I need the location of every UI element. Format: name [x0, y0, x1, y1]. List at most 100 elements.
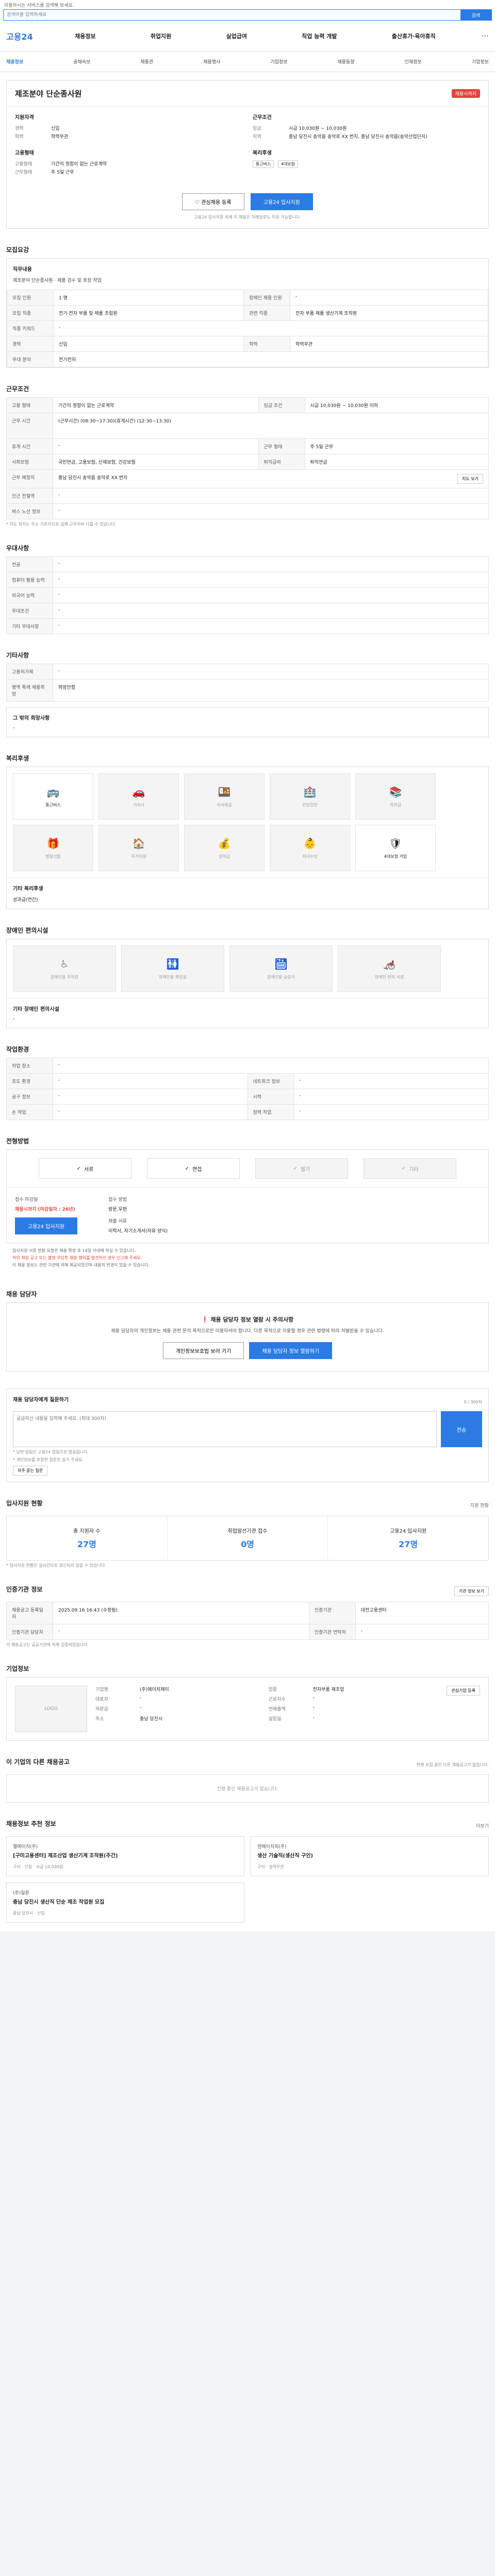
cell-val: 대전고용센터 — [355, 1602, 489, 1624]
check-icon: ✓ — [76, 1165, 81, 1172]
hr-warning: ❗ 채용 담당자 정보 열람 시 주의사항 — [19, 1315, 476, 1324]
facility-item: 🚻 장애인용 화장실 — [121, 945, 224, 992]
subnav-item[interactable]: 인재정보 — [405, 58, 422, 65]
qa-section: 채용 담당자에게 질문하기 0 / 300자 전송 * 답변 알림은 고용24 알… — [0, 1380, 495, 1490]
deadline-badge: 채용시까지 — [451, 89, 480, 98]
site-logo[interactable]: 고용24 — [6, 30, 47, 42]
cell-val: - — [53, 572, 489, 588]
type-val: 기간의 정함이 없는 근로계약 — [51, 162, 107, 167]
section-title: 장애인 편의시설 — [6, 927, 48, 934]
subnav-item[interactable]: 채용정보 — [6, 58, 23, 65]
subnav-item[interactable]: 채용관 — [140, 58, 153, 65]
check-icon: ✓ — [185, 1165, 189, 1172]
more-menu-icon[interactable]: ⋯ — [463, 32, 489, 40]
welfare-label: 통근버스 — [45, 802, 61, 807]
notice-list: 입사지원 서류 반환 요청은 채용 확정 후 14일 이내에 하실 수 있습니다… — [6, 1243, 489, 1273]
subnav-item[interactable]: 기업정보 — [270, 58, 287, 65]
table-row: 사회보험 국민연금, 고용보험, 산재보험, 건강보험 퇴직급여 퇴직연금 — [6, 454, 489, 470]
cell-val: 전기전자 — [53, 351, 488, 367]
baby-icon: 👶 — [303, 837, 317, 850]
rec-card[interactable]: 엘에이치(주) [구미고용센터] 제조산업 생산기계 조작원(주간) 구미 · 신입… — [6, 1836, 244, 1876]
step-item: ✓ 서류 — [39, 1158, 131, 1179]
type-key: 고용형태 — [15, 162, 32, 167]
table-row: 컴퓨터 활용 능력 - — [6, 572, 489, 588]
info-val: (주)에이치제이 — [140, 1687, 169, 1692]
privacy-law-button[interactable]: 개인정보보호법 보러 가기 — [162, 1342, 244, 1359]
cell-val: - — [53, 603, 489, 619]
company-logo: LOGO — [15, 1686, 87, 1732]
table-row: 휴게 시간 - 근무 형태 주 5일 근무 — [6, 438, 489, 454]
global-nav: 고용24 채용정보 취업지원 실업급여 직업 능력 개발 출산휴가·육아휴직 ⋯ — [0, 21, 495, 52]
search-button[interactable]: 검색 — [460, 10, 491, 20]
apply-button-2[interactable]: 고용24 입사지원 — [15, 1217, 78, 1234]
detail-table: 모집 인원 1 명 장애인 채용 인원 - 모집 직종 전기·전자 부품 및 제품 조립… — [7, 290, 488, 367]
gnb-item[interactable]: 취업지원 — [151, 32, 171, 40]
facility-item: 🦽 장애인 편의 시설 — [338, 945, 441, 992]
subnav-item[interactable]: 채용동향 — [338, 58, 355, 65]
info-key: 주소 — [95, 1717, 104, 1722]
send-button[interactable]: 전송 — [441, 1411, 482, 1447]
step-label: 필기 — [300, 1166, 310, 1173]
cell-val: 희망안함 — [53, 679, 489, 702]
apply-button[interactable]: 고용24 입사지원 — [250, 193, 313, 210]
welfare-item: 💰 상여금 — [184, 825, 265, 871]
subnav-item[interactable]: 기업정보 — [472, 58, 489, 65]
stats-more-link[interactable]: 지원 현황 — [470, 1502, 489, 1509]
step-item: ✓ 필기 — [255, 1158, 348, 1179]
welfare-tag: 통근버스 — [253, 160, 274, 168]
cell-key: 근무 예정지 — [6, 469, 53, 488]
welfare-label: 명절선물 — [45, 854, 61, 859]
cell-key: 손 작업 — [6, 1104, 53, 1120]
table-row: 직종 키워드 - — [7, 320, 488, 336]
cell-val: 2025.09.16 16:43 (수정됨) — [53, 1602, 309, 1624]
rec-company: 엘에이치(주) — [13, 1844, 38, 1850]
method-key: 접수 방법 — [108, 1197, 127, 1202]
view-hr-button[interactable]: 채용 담당자 정보 열람하기 — [249, 1342, 333, 1359]
question-input[interactable] — [13, 1411, 437, 1447]
agency-info-button[interactable]: 기관 정보 보기 — [454, 1586, 489, 1596]
notice-item: 입사지원 서류 반환 요청은 채용 확정 후 14일 이내에 하실 수 있습니다… — [12, 1248, 136, 1253]
gnb-item[interactable]: 직업 능력 개발 — [302, 32, 337, 40]
subnav-item[interactable]: 공채속보 — [73, 58, 90, 65]
gnb-item[interactable]: 채용정보 — [75, 32, 95, 40]
screening-steps: ✓ 서류 ✓ 면접 ✓ 필기 ✓ 기타 — [7, 1150, 488, 1187]
money-icon: 💰 — [218, 837, 231, 850]
work-section: 근무조건 고용 형태 기간의 정함이 없는 근로계약 임금 조건 시급 10,030원… — [0, 376, 495, 535]
book-icon: 📚 — [389, 785, 402, 798]
car-icon: 🚗 — [132, 785, 145, 798]
recs-more-link[interactable]: 더보기 — [476, 1822, 489, 1829]
detail-section: 모집요강 직무내용 제조분야 단순종사원 · 제품 검수 및 포장 작업 모집 … — [0, 237, 495, 376]
pref-table: 전공 - 컴퓨터 활용 능력 - 외국어 능력 - 우대조건 - 기타 우대사항 - — [6, 556, 489, 634]
env-table: 작업 장소 - 조도 환경 - 네트워크 정보 - 공구 정보 - 시력 - 손 작업 - 청력 … — [6, 1058, 489, 1120]
hr-warning-text: 채용 담당자 정보 열람 시 주의사항 — [210, 1316, 294, 1323]
cell-key: 모집 직종 — [7, 305, 54, 321]
cell-key: 직종 키워드 — [7, 320, 54, 336]
gnb-item[interactable]: 출산휴가·육아휴직 — [392, 32, 436, 40]
table-row: 우대 분야 전기전자 — [7, 351, 488, 367]
cell-key: 인증기관 — [308, 1602, 356, 1624]
rec-card[interactable]: 엔에이치피(주) 생산 기술직(생산직 구인) 구미 · 경력무관 — [251, 1836, 489, 1876]
section-title: 근무조건 — [6, 385, 29, 393]
follow-company-button[interactable]: 관심기업 등록 — [447, 1686, 480, 1696]
meal-icon: 🍱 — [218, 785, 231, 798]
disab-extra-val: - — [13, 1016, 15, 1022]
rec-title: 충남 당진시 생산직 단순 제조 작업원 모집 — [13, 1900, 105, 1905]
faq-button[interactable]: 자주 묻는 질문 — [13, 1466, 48, 1476]
cell-key: 작업 장소 — [6, 1058, 53, 1074]
scrap-button[interactable]: ♡ 관심채용 등록 — [182, 193, 244, 210]
cell-key: 관련 직종 — [243, 305, 291, 321]
rec-card[interactable]: (주)일론 충남 당진시 생산직 단순 제조 작업원 모집 충남 당진시 · 신입 — [6, 1883, 244, 1923]
pref-section: 우대사항 전공 - 컴퓨터 활용 능력 - 외국어 능력 - 우대조건 - 기타 우대사… — [0, 535, 495, 642]
subnav-item[interactable]: 채용행사 — [203, 58, 220, 65]
cell-val: (근무시간) (08:30~17:30)(휴게시간) (12:30~13:30) — [53, 413, 489, 439]
empty-state: 진행 중인 채용공고가 없습니다. — [6, 1774, 489, 1803]
cell-val: - — [53, 1104, 248, 1120]
rec-title: 생산 기술직(생산직 구인) — [257, 1853, 314, 1859]
search-input[interactable] — [4, 10, 460, 20]
qual-val: 학력무관 — [51, 134, 69, 140]
rec-meta: 충남 당진시 · 신입 — [13, 1911, 45, 1916]
gnb-item[interactable]: 실업급여 — [226, 32, 246, 40]
map-button[interactable]: 지도 보기 — [457, 474, 483, 484]
welfare-section: 복리후생 🚌 통근버스 🚗 기숙사 🍱 식사제공 🏥 건강검진 📚 학자금 🎁 명절선물 🏠… — [0, 745, 495, 918]
method-val: 방문,우편 — [108, 1207, 127, 1212]
